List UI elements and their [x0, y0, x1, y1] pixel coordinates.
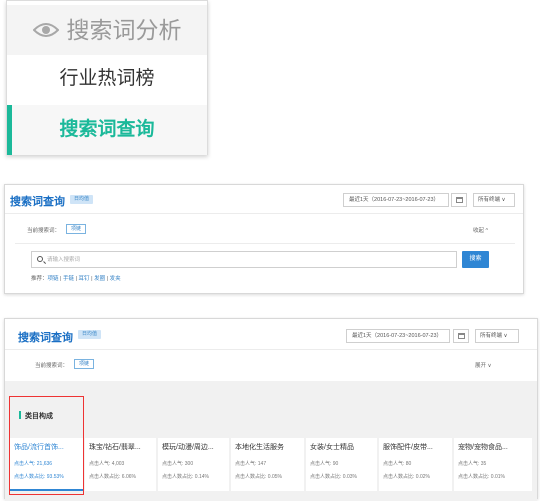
daily-average-badge: 日均值	[78, 330, 101, 339]
search-placeholder: 请输入搜索词	[47, 257, 81, 263]
category-ratio: 点击人数占比: 6.06%	[89, 474, 136, 480]
current-keyword-label: 当前搜索词：	[35, 363, 69, 369]
recommend-link[interactable]: 发夹	[110, 276, 121, 282]
category-card[interactable]: 珠宝/钻石/翡翠... 点击人气: 4,003 点击人数占比: 6.06%	[85, 438, 156, 491]
date-range-picker[interactable]: 最近1天（2016-07-23~2016-07-23）	[346, 329, 450, 343]
category-popularity: 点击人气: 80	[383, 461, 412, 467]
highlight-frame	[9, 396, 84, 495]
collapse-toggle[interactable]: 收起 ^	[473, 226, 488, 234]
category-popularity: 点击人气: 4,003	[89, 461, 125, 467]
category-name: 本地化生活服务	[235, 444, 284, 451]
category-ratio: 点击人数占比: 0.02%	[383, 474, 430, 480]
category-name: 服饰配件/皮带...	[383, 444, 433, 451]
menu-item-search-analysis[interactable]: 搜索词分析	[7, 5, 207, 55]
page-title: 搜索词查询	[10, 196, 65, 208]
date-range-picker[interactable]: 最近1天（2016-07-23~2016-07-23）	[343, 193, 449, 207]
menu-item-label: 行业热词榜	[59, 68, 155, 89]
category-name: 女装/女士精品	[310, 444, 354, 451]
category-card[interactable]: 女装/女士精品 点击人气: 90 点击人数占比: 0.03%	[306, 438, 377, 491]
recommend-link[interactable]: 耳钉	[79, 276, 90, 282]
category-popularity: 点击人气: 300	[162, 461, 194, 467]
category-popularity: 点击人气: 90	[310, 461, 339, 467]
menu-item-label: 搜索词分析	[66, 17, 182, 43]
menu-item-hot-words[interactable]: 行业热词榜	[7, 55, 207, 103]
category-popularity: 点击人气: 35	[458, 461, 487, 467]
terminal-select[interactable]: 所有终端 ∨	[473, 193, 515, 207]
category-name: 珠宝/钻石/翡翠...	[89, 444, 141, 451]
expand-toggle[interactable]: 展开 ∨	[475, 361, 492, 369]
current-keyword-label: 当前搜索词：	[27, 228, 61, 234]
search-panel: 搜索词查询 日均值 最近1天（2016-07-23~2016-07-23） 所有…	[4, 184, 524, 294]
terminal-select[interactable]: 所有终端 ∨	[475, 329, 519, 343]
menu-item-label: 搜索词查询	[59, 119, 155, 140]
search-button[interactable]: 搜索	[462, 251, 489, 268]
search-input[interactable]: 请输入搜索词	[31, 251, 457, 268]
search-icon	[37, 256, 43, 262]
recommend-link[interactable]: 手链	[63, 276, 74, 282]
active-indicator	[7, 105, 12, 155]
category-card[interactable]: 模玩/动漫/周边... 点击人气: 300 点击人数占比: 0.14%	[158, 438, 229, 491]
menu-item-search-query[interactable]: 搜索词查询	[7, 105, 207, 155]
side-menu: 搜索词分析 行业热词榜 搜索词查询	[6, 0, 208, 155]
category-ratio: 点击人数占比: 0.14%	[162, 474, 209, 480]
current-keyword-tag[interactable]: 项链	[74, 359, 95, 369]
category-name: 宠物/宠物食品...	[458, 444, 508, 451]
category-card[interactable]: 本地化生活服务 点击人气: 147 点击人数占比: 0.05%	[231, 438, 304, 491]
recommend-row: 推荐：项链 | 手链 | 耳钉 | 发圈 | 发夹	[31, 276, 121, 282]
category-ratio: 点击人数占比: 0.01%	[458, 474, 505, 480]
recommend-link[interactable]: 项链	[48, 276, 59, 282]
category-popularity: 点击人气: 147	[235, 461, 267, 467]
recommend-label: 推荐：	[31, 276, 48, 282]
category-card[interactable]: 宠物/宠物食品... 点击人气: 35 点击人数占比: 0.01%	[454, 438, 532, 491]
eye-icon	[32, 22, 59, 37]
category-ratio: 点击人数占比: 0.05%	[235, 474, 282, 480]
current-keyword-tag[interactable]: 项链	[66, 224, 87, 234]
calendar-icon[interactable]	[451, 193, 467, 207]
category-ratio: 点击人数占比: 0.03%	[310, 474, 357, 480]
daily-average-badge: 日均值	[70, 195, 93, 204]
page-title: 搜索词查询	[18, 332, 73, 344]
category-panel: 搜索词查询 日均值 最近1天（2016-07-23~2016-07-23） 所有…	[4, 318, 538, 501]
category-card[interactable]: 服饰配件/皮带... 点击人气: 80 点击人数占比: 0.02%	[379, 438, 452, 491]
calendar-icon[interactable]	[453, 329, 469, 343]
category-name: 模玩/动漫/周边...	[162, 444, 214, 451]
recommend-link[interactable]: 发圈	[94, 276, 105, 282]
